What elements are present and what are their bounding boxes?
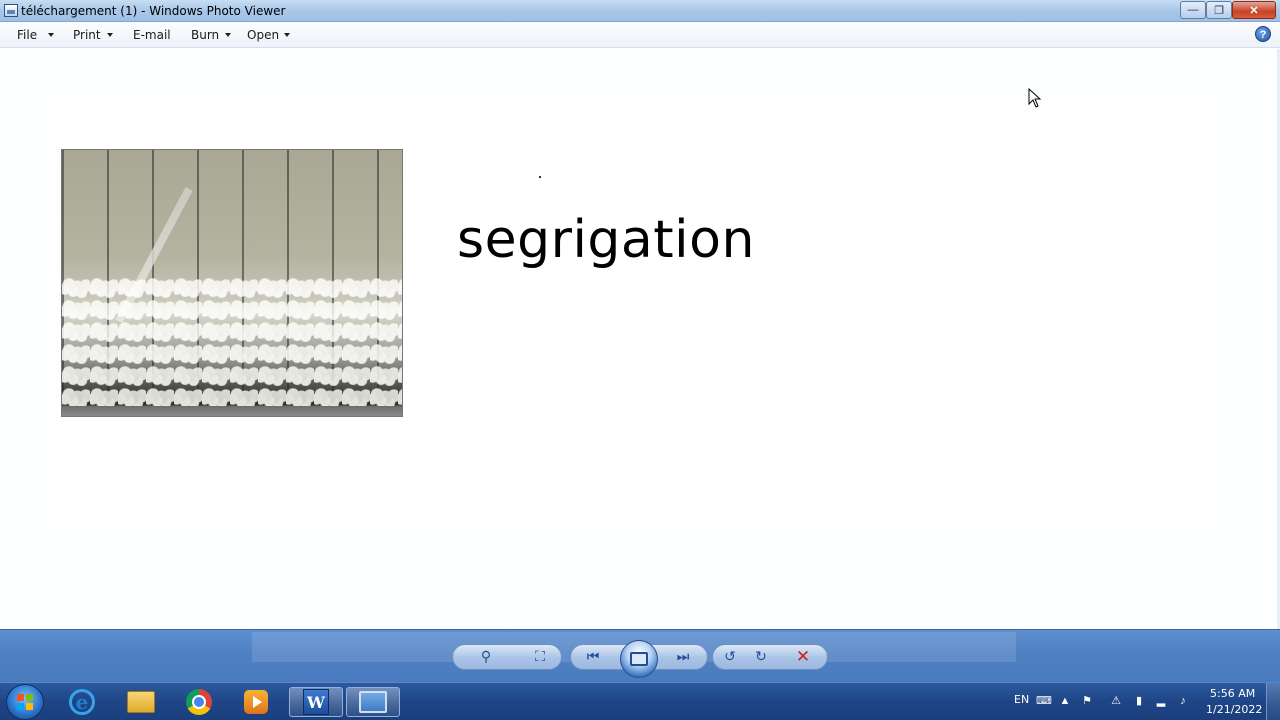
network-error-icon[interactable]: ⚠ (1110, 695, 1122, 707)
battery-icon[interactable]: ▮ (1133, 695, 1145, 707)
slide-dot (539, 176, 541, 178)
windows-logo-icon (17, 694, 33, 710)
print-dropdown-arrow-icon[interactable] (107, 33, 113, 37)
taskbar-file-explorer[interactable] (119, 687, 163, 717)
start-button[interactable] (6, 684, 44, 720)
photo-viewer-app-icon[interactable] (4, 4, 18, 17)
close-button[interactable]: ✕ (1232, 1, 1276, 19)
title-bar: téléchargement (1) - Windows Photo Viewe… (0, 0, 1280, 22)
help-icon[interactable]: ? (1255, 26, 1271, 42)
previous-icon[interactable]: ⏮ (581, 646, 605, 668)
maximize-button[interactable]: ❐ (1206, 1, 1232, 19)
mouse-cursor-icon (1028, 88, 1042, 108)
clock-date[interactable]: 1/21/2022 (1206, 703, 1262, 716)
keyboard-icon[interactable]: ⌨ (1036, 695, 1052, 707)
volume-icon[interactable]: ♪ (1177, 695, 1189, 707)
window-title: téléchargement (1) - Windows Photo Viewe… (21, 4, 286, 18)
show-hidden-icons-icon[interactable]: ▲ (1059, 695, 1071, 707)
open-dropdown-arrow-icon[interactable] (284, 33, 290, 37)
photo-aggregate-texture (62, 276, 402, 406)
rotate-clockwise-icon[interactable]: ↻ (749, 646, 773, 668)
menu-print[interactable]: Print (73, 28, 101, 42)
show-desktop-button[interactable] (1266, 683, 1280, 720)
rotate-counterclockwise-icon[interactable]: ↺ (718, 646, 742, 668)
signal-icon[interactable]: ▂ (1155, 695, 1167, 707)
taskbar-internet-explorer[interactable]: e (60, 687, 104, 717)
taskbar-word[interactable]: W (289, 687, 343, 717)
actual-size-icon[interactable]: ⛶ (528, 646, 552, 668)
file-dropdown-arrow-icon[interactable] (48, 33, 54, 37)
slideshow-button[interactable] (620, 640, 658, 678)
slide-heading: segrigation (457, 210, 755, 270)
menu-file[interactable]: File (17, 28, 37, 42)
folder-icon (127, 691, 155, 713)
minimize-button[interactable]: — (1180, 1, 1206, 19)
segregated-concrete-photo (61, 149, 403, 417)
zoom-icon[interactable]: ⚲ (474, 646, 498, 668)
menu-open[interactable]: Open (247, 28, 279, 42)
clock-time[interactable]: 5:56 AM (1210, 687, 1255, 700)
internet-explorer-icon: e (69, 689, 95, 715)
burn-dropdown-arrow-icon[interactable] (225, 33, 231, 37)
taskbar-photo-viewer[interactable] (346, 687, 400, 717)
menu-bar: File Print E-mail Burn Open ? (0, 22, 1280, 48)
windows-taskbar: e W EN ⌨ ▲ ⚑ ⚠ ▮ ▂ ♪ 5:56 AM 1/21/2022 (0, 682, 1280, 720)
menu-burn[interactable]: Burn (191, 28, 219, 42)
word-icon: W (303, 689, 329, 715)
photo-viewer-icon (359, 691, 387, 713)
action-center-icon[interactable]: ⚑ (1081, 695, 1093, 707)
language-indicator[interactable]: EN (1014, 693, 1029, 706)
slideshow-icon (630, 652, 648, 666)
delete-icon[interactable]: ✕ (791, 646, 815, 668)
window-controls: — ❐ ✕ (1180, 1, 1276, 19)
chrome-icon (186, 689, 212, 715)
taskbar-chrome[interactable] (177, 687, 221, 717)
media-player-icon (244, 690, 268, 714)
next-icon[interactable]: ⏭ (671, 646, 695, 668)
taskbar-media-player[interactable] (234, 687, 278, 717)
menu-email[interactable]: E-mail (133, 28, 171, 42)
viewer-control-bar: ⚲ ⛶ ⏮ ⏭ ↺ ↻ ✕ (0, 629, 1280, 682)
